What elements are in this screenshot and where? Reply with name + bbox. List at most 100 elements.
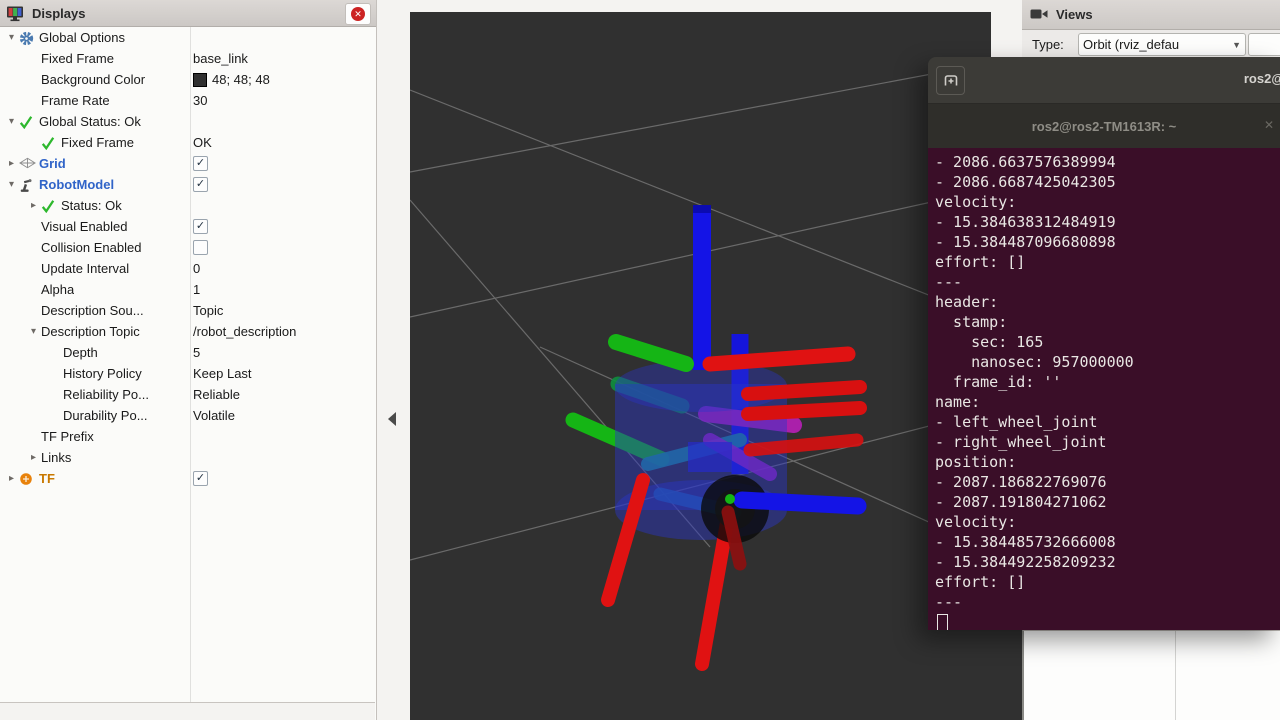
property-label: History Policy [63, 366, 142, 381]
views-list-area[interactable] [1022, 630, 1280, 720]
new-tab-button[interactable] [936, 66, 965, 95]
displays-panel-splitter[interactable] [0, 702, 375, 720]
property-value[interactable]: OK [193, 132, 212, 153]
property-label: Status: Ok [61, 198, 122, 213]
tree-row-grid[interactable]: ▸Grid✓ [0, 153, 375, 174]
property-value[interactable]: 5 [193, 342, 200, 363]
property-value[interactable]: 30 [193, 90, 207, 111]
property-label: Fixed Frame [61, 135, 134, 150]
tree-row-collision-enabled[interactable]: Collision Enabled [0, 237, 375, 258]
tree-row-global-status-ok[interactable]: ▾ Global Status: Ok [0, 111, 375, 132]
property-value[interactable]: ✓ [193, 468, 208, 489]
tab-close-icon[interactable]: ✕ [1264, 118, 1274, 132]
terminal-body[interactable]: - 2086.6637576389994- 2086.6687425042305… [928, 148, 1280, 630]
tree-row-left: Collision Enabled [0, 237, 141, 258]
property-value[interactable]: /robot_description [193, 321, 296, 342]
property-value[interactable]: ✓ [193, 174, 208, 195]
terminal-titlebar[interactable]: ros2@ [928, 57, 1280, 104]
zero-button[interactable]: Ze [1248, 33, 1280, 56]
collapse-arrow-icon[interactable]: ▾ [26, 326, 41, 337]
view-type-value: Orbit (rviz_defau [1083, 37, 1179, 52]
expand-arrow-icon[interactable]: ▸ [4, 158, 19, 169]
tree-row-reliability-po[interactable]: Reliability Po... Reliable [0, 384, 375, 405]
checkbox-checked[interactable]: ✓ [193, 471, 208, 486]
displays-icon [6, 6, 26, 22]
displays-panel-titlebar[interactable]: Displays ✕ [0, 0, 376, 27]
terminal-line: --- [935, 592, 1280, 612]
property-value[interactable] [193, 237, 208, 258]
property-value[interactable]: Keep Last [193, 363, 252, 384]
tree-row-left: Background Color [0, 69, 145, 90]
tree-row-robotmodel[interactable]: ▾ RobotModel ✓ [0, 174, 375, 195]
property-label: TF Prefix [41, 429, 94, 444]
property-label: RobotModel [39, 177, 114, 192]
checkbox-checked[interactable]: ✓ [193, 156, 208, 171]
property-label: Collision Enabled [41, 240, 141, 255]
property-label: Depth [63, 345, 98, 360]
tree-row-durability-po[interactable]: Durability Po...Volatile [0, 405, 375, 426]
tree-row-tf[interactable]: ▸ TF ✓ [0, 468, 375, 489]
check-icon [19, 115, 39, 131]
property-value[interactable]: Reliable [193, 384, 240, 405]
expand-arrow-icon[interactable]: ▸ [26, 200, 41, 211]
property-value[interactable]: 48; 48; 48 [193, 69, 270, 90]
views-panel-titlebar[interactable]: Views [1022, 0, 1280, 30]
property-label: Global Status: Ok [39, 114, 141, 129]
view-type-dropdown[interactable]: Orbit (rviz_defau ▼ [1078, 33, 1246, 56]
terminal-line: sec: 165 [935, 332, 1280, 352]
tree-row-history-policy[interactable]: History Policy Keep Last [0, 363, 375, 384]
color-swatch [193, 73, 207, 87]
tree-row-left: ▾ RobotModel [0, 174, 114, 195]
property-value[interactable]: Volatile [193, 405, 235, 426]
terminal-cursor [937, 614, 948, 630]
tree-row-global-options[interactable]: ▾Global Options [0, 27, 375, 48]
robot-icon [19, 178, 39, 194]
tree-row-tf-prefix[interactable]: TF Prefix [0, 426, 375, 447]
property-label: Description Sou... [41, 303, 144, 318]
checkbox-checked[interactable]: ✓ [193, 177, 208, 192]
tree-row-depth[interactable]: Depth 5 [0, 342, 375, 363]
terminal-line: - 2087.186822769076 [935, 472, 1280, 492]
tree-row-left: Reliability Po... [0, 384, 149, 405]
panel-collapse-arrow-icon[interactable] [388, 412, 396, 426]
property-label: TF [39, 471, 55, 486]
tree-row-visual-enabled[interactable]: Visual Enabled✓ [0, 216, 375, 237]
terminal-line: effort: [] [935, 252, 1280, 272]
terminal-line: - 15.384487096680898 [935, 232, 1280, 252]
terminal-line: - 2086.6687425042305 [935, 172, 1280, 192]
checkbox-checked[interactable]: ✓ [193, 219, 208, 234]
collapse-arrow-icon[interactable]: ▾ [4, 32, 19, 43]
terminal-line: --- [935, 272, 1280, 292]
tree-row-update-interval[interactable]: Update Interval0 [0, 258, 375, 279]
checkbox-unchecked[interactable] [193, 240, 208, 255]
rviz-window: Displays ✕ ▾Global OptionsFixed Framebas… [0, 0, 1280, 720]
tree-row-links[interactable]: ▸Links [0, 447, 375, 468]
tree-row-alpha[interactable]: Alpha1 [0, 279, 375, 300]
expand-arrow-icon[interactable]: ▸ [4, 473, 19, 484]
terminal-tab[interactable]: ros2@ros2-TM1613R: ~ [1032, 119, 1177, 134]
tree-row-status-ok[interactable]: ▸ Status: Ok [0, 195, 375, 216]
property-value[interactable]: ✓ [193, 153, 208, 174]
property-value[interactable]: 0 [193, 258, 200, 279]
property-value[interactable]: 1 [193, 279, 200, 300]
tree-row-description-topic[interactable]: ▾Description Topic/robot_description [0, 321, 375, 342]
viewport-top-gap [991, 12, 1022, 57]
tree-row-left: Depth [0, 342, 98, 363]
terminal-window: ros2@ ros2@ros2-TM1613R: ~ ✕ - 2086.6637… [928, 57, 1280, 630]
tree-row-fixed-frame[interactable]: Fixed Framebase_link [0, 48, 375, 69]
property-value[interactable]: Topic [193, 300, 223, 321]
collapse-arrow-icon[interactable]: ▾ [4, 116, 19, 127]
close-panel-button[interactable]: ✕ [345, 3, 371, 25]
tree-row-fixed-frame[interactable]: Fixed Frame OK [0, 132, 375, 153]
tree-row-frame-rate[interactable]: Frame Rate30 [0, 90, 375, 111]
expand-arrow-icon[interactable]: ▸ [26, 452, 41, 463]
collapse-arrow-icon[interactable]: ▾ [4, 179, 19, 190]
tree-row-description-sou[interactable]: Description Sou... Topic [0, 300, 375, 321]
terminal-line: - 15.384492258209232 [935, 552, 1280, 572]
tree-row-background-color[interactable]: Background Color 48; 48; 48 [0, 69, 375, 90]
tf-icon [19, 472, 39, 488]
property-value[interactable]: base_link [193, 48, 248, 69]
tree-column-divider[interactable] [190, 27, 191, 702]
property-value[interactable]: ✓ [193, 216, 208, 237]
terminal-line: position: [935, 452, 1280, 472]
